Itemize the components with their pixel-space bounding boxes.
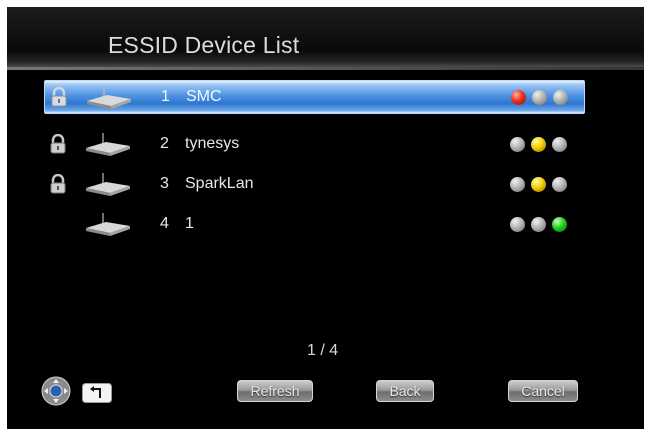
signal-dot-icon	[510, 217, 525, 232]
directional-pad-icon	[41, 376, 71, 406]
router-icon	[86, 213, 130, 236]
page-title: ESSID Device List	[108, 32, 300, 58]
signal-dot-icon	[532, 90, 547, 105]
signal-indicator	[510, 217, 574, 233]
page-indicator: 1 / 4	[307, 342, 339, 359]
signal-dot-icon	[531, 217, 546, 232]
title-bar: ESSID Device List	[7, 7, 644, 70]
device-ssid: SMC	[186, 88, 222, 105]
device-index: 1	[161, 88, 170, 105]
device-ssid: SparkLan	[185, 175, 254, 192]
refresh-button[interactable]: Refresh	[237, 380, 313, 402]
back-button[interactable]: Back	[376, 380, 434, 402]
lock-icon	[50, 134, 66, 154]
router-icon	[86, 133, 130, 156]
device-ssid: tynesys	[185, 135, 240, 152]
signal-dot-icon	[553, 90, 568, 105]
signal-dot-icon	[510, 137, 525, 152]
cancel-button[interactable]: Cancel	[508, 380, 578, 402]
device-row-1[interactable]: 4 1	[44, 208, 585, 242]
device-row-tynesys[interactable]: 2 tynesys	[44, 128, 585, 162]
return-arrow-icon[interactable]	[82, 383, 112, 403]
signal-dot-icon	[510, 177, 525, 192]
device-index: 4	[160, 215, 169, 232]
signal-dot-icon	[531, 137, 546, 152]
signal-dot-icon	[511, 90, 526, 105]
lock-icon	[51, 87, 67, 107]
lock-icon	[50, 174, 66, 194]
device-row-smc[interactable]: 1 SMC	[44, 80, 585, 114]
signal-dot-icon	[552, 137, 567, 152]
router-icon	[87, 86, 131, 109]
signal-dot-icon	[552, 177, 567, 192]
signal-dot-icon	[531, 177, 546, 192]
device-ssid: 1	[185, 215, 194, 232]
signal-indicator	[511, 90, 575, 106]
signal-indicator	[510, 177, 574, 193]
signal-dot-icon	[552, 217, 567, 232]
device-index: 2	[160, 135, 169, 152]
tv-screen: ESSID Device List 1 SMC 2 tynesys 3 Spar…	[7, 7, 644, 429]
title-divider	[7, 67, 644, 70]
device-row-sparklan[interactable]: 3 SparkLan	[44, 168, 585, 202]
device-index: 3	[160, 175, 169, 192]
router-icon	[86, 173, 130, 196]
signal-indicator	[510, 137, 574, 153]
